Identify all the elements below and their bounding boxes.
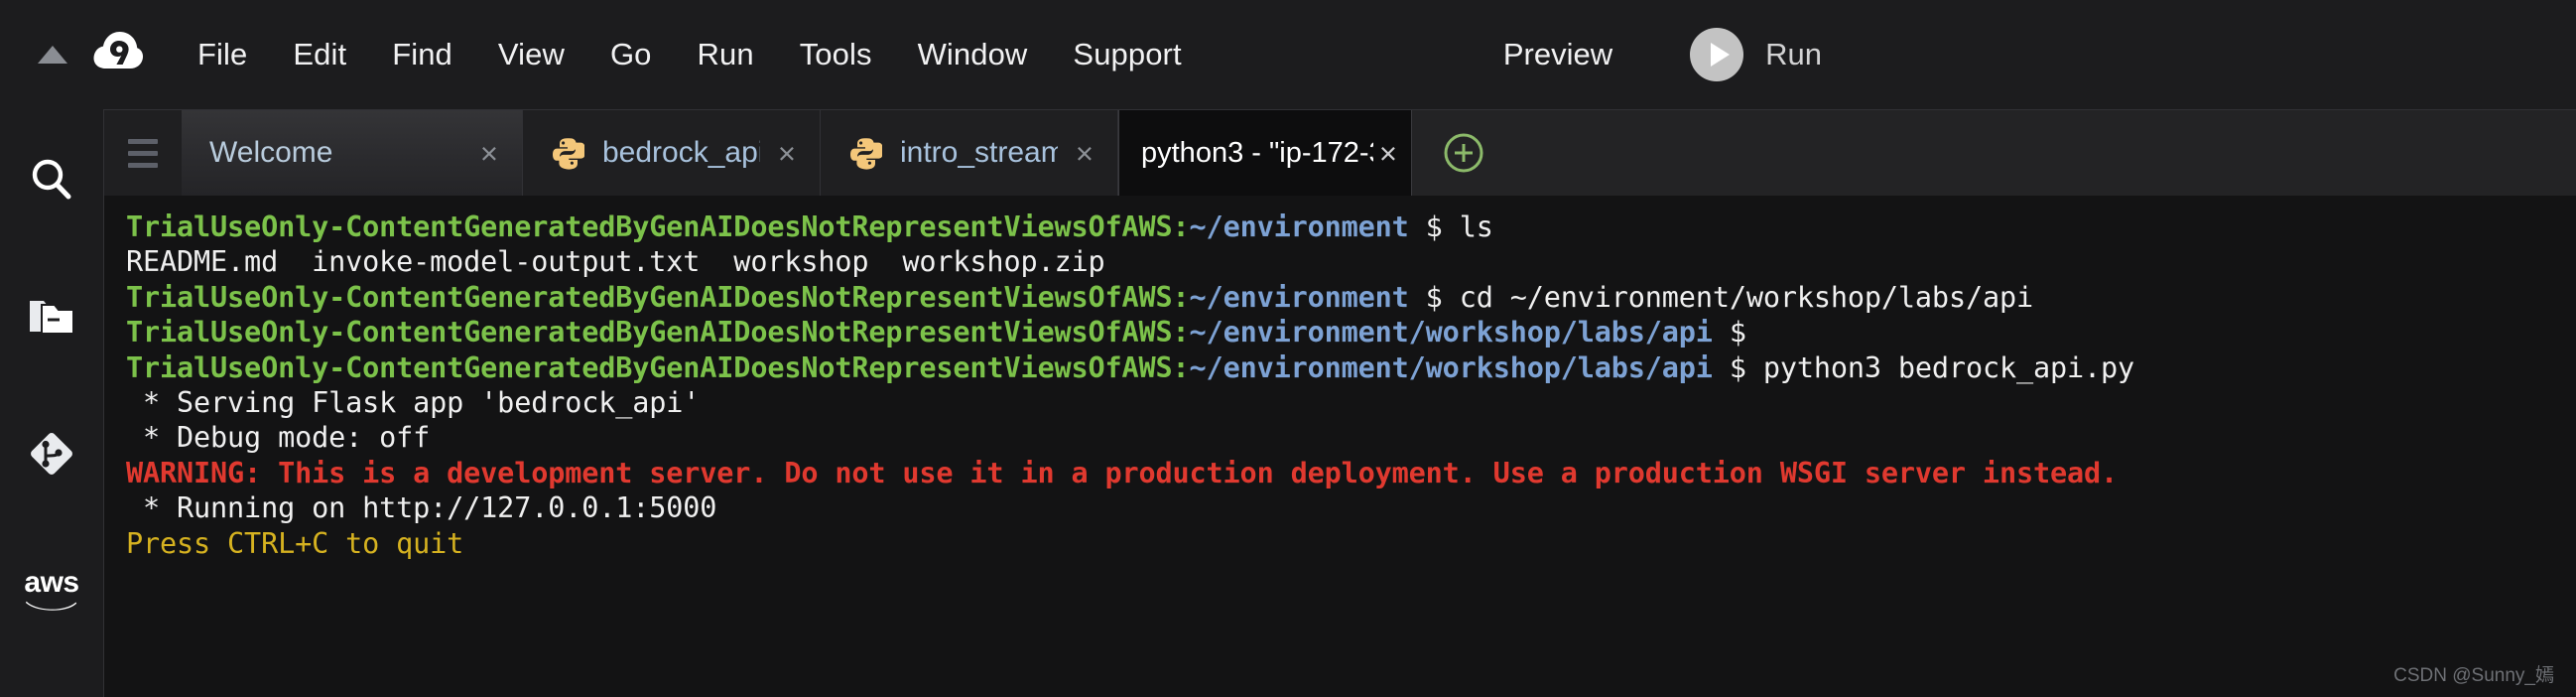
activity-rail: aws — [0, 109, 103, 697]
tab-intro-streaming-py-close-icon[interactable]: × — [1076, 138, 1094, 169]
terminal-command: $ python3 bedrock_api.py — [1712, 350, 2135, 384]
python-file-icon — [551, 136, 584, 170]
menu-item-find[interactable]: Find — [369, 31, 475, 78]
terminal-line: * Debug mode: off — [126, 420, 2576, 455]
terminal-line: Press CTRL+C to quit — [126, 526, 2576, 561]
aws-logo-icon[interactable]: aws — [0, 560, 103, 622]
cloud9-logo-icon[interactable] — [81, 27, 153, 82]
terminal-line: TrialUseOnly-ContentGeneratedByGenAIDoes… — [126, 350, 2576, 385]
watermark: CSDN @Sunny_嫣 — [2393, 665, 2554, 686]
menu-item-tools[interactable]: Tools — [777, 31, 895, 78]
terminal-prompt-user: TrialUseOnly-ContentGeneratedByGenAIDoes… — [126, 280, 1190, 314]
tab-bedrock-api-py-label: bedrock_api.py — [602, 136, 760, 169]
menu-item-go[interactable]: Go — [587, 31, 675, 78]
tab-terminal-python3-close-icon[interactable]: × — [1379, 138, 1397, 169]
terminal-line: TrialUseOnly-ContentGeneratedByGenAIDoes… — [126, 315, 2576, 349]
menu-bar-right: Preview Run — [1478, 28, 2576, 81]
tab-bedrock-api-py[interactable]: bedrock_api.py × — [523, 110, 821, 196]
terminal-prompt-path: ~/environment — [1189, 210, 1409, 243]
tab-terminal-python3[interactable]: python3 - "ip-172-31-0-61 × — [1118, 110, 1412, 196]
menu-item-view[interactable]: View — [475, 31, 587, 78]
menu-item-window[interactable]: Window — [895, 31, 1051, 78]
terminal-prompt-path: ~/environment — [1189, 280, 1409, 314]
menu-bar: File Edit Find View Go Run Tools Window … — [0, 0, 2576, 109]
terminal-line: TrialUseOnly-ContentGeneratedByGenAIDoes… — [126, 209, 2576, 244]
terminal-output-text: * Serving Flask app 'bedrock_api' — [126, 385, 701, 419]
folder-icon[interactable] — [0, 286, 103, 348]
terminal-prompt-user: TrialUseOnly-ContentGeneratedByGenAIDoes… — [126, 210, 1190, 243]
terminal-output-text: Press CTRL+C to quit — [126, 526, 464, 560]
search-icon[interactable] — [0, 149, 103, 210]
terminal-prompt-path: ~/environment/workshop/labs/api — [1189, 350, 1713, 384]
hamburger-menu-icon[interactable] — [104, 110, 182, 196]
tab-intro-streaming-py-label: intro_streaming.py — [900, 136, 1058, 169]
terminal-prompt-path: ~/environment/workshop/labs/api — [1189, 316, 1713, 349]
menu-item-support[interactable]: Support — [1050, 31, 1204, 78]
terminal-line: WARNING: This is a development server. D… — [126, 456, 2576, 490]
new-tab-button[interactable] — [1412, 110, 1515, 196]
terminal-output-text: * Debug mode: off — [126, 421, 431, 455]
tab-bar: Welcome × bedrock_api.py × — [103, 109, 2576, 196]
terminal-output-text: * Running on http://127.0.0.1:5000 — [126, 491, 717, 525]
tab-welcome-label: Welcome — [209, 136, 333, 169]
menu-item-run[interactable]: Run — [675, 31, 777, 78]
plus-circle-icon — [1444, 133, 1483, 173]
terminal-prompt-user: TrialUseOnly-ContentGeneratedByGenAIDoes… — [126, 316, 1190, 349]
terminal-line: README.md invoke-model-output.txt worksh… — [126, 244, 2576, 279]
preview-button[interactable]: Preview — [1478, 31, 1638, 78]
tab-bar-empty-space — [1515, 110, 2576, 196]
run-button-label: Run — [1765, 37, 1822, 71]
terminal-command: $ — [1712, 316, 1763, 349]
editor-area: Welcome × bedrock_api.py × — [103, 109, 2576, 697]
terminal-output-text: README.md invoke-model-output.txt worksh… — [126, 245, 1105, 279]
terminal-prompt-user: TrialUseOnly-ContentGeneratedByGenAIDoes… — [126, 350, 1190, 384]
python-file-icon — [848, 136, 882, 170]
terminal-line: * Running on http://127.0.0.1:5000 — [126, 490, 2576, 525]
tab-terminal-python3-label: python3 - "ip-172-31-0-61 — [1141, 136, 1373, 169]
play-circle-icon — [1690, 28, 1744, 81]
tab-intro-streaming-py[interactable]: intro_streaming.py × — [821, 110, 1118, 196]
menu-items: File Edit Find View Go Run Tools Window … — [175, 31, 1205, 78]
tab-bedrock-api-py-close-icon[interactable]: × — [778, 138, 796, 169]
triangle-up-icon — [38, 46, 67, 64]
cloud9-ide-window: File Edit Find View Go Run Tools Window … — [0, 0, 2576, 697]
terminal-command: $ cd ~/environment/workshop/labs/api — [1408, 280, 2033, 314]
workspace: aws Welcome × bedrock_ap × intro_stream … — [0, 109, 2576, 697]
terminal-output: TrialUseOnly-ContentGeneratedByGenAIDoes… — [126, 209, 2576, 561]
git-branch-icon[interactable] — [0, 423, 103, 485]
tab-welcome[interactable]: Welcome × — [182, 110, 523, 196]
collapse-menu-button[interactable] — [24, 46, 81, 64]
terminal-line: * Serving Flask app 'bedrock_api' — [126, 385, 2576, 420]
run-button[interactable]: Run — [1690, 28, 1822, 81]
menu-item-file[interactable]: File — [175, 31, 270, 78]
menu-item-edit[interactable]: Edit — [270, 31, 369, 78]
tab-welcome-close-icon[interactable]: × — [480, 138, 498, 169]
terminal-output-text: WARNING: This is a development server. D… — [126, 456, 2118, 489]
aws-logo-label: aws — [24, 566, 79, 599]
terminal-line: TrialUseOnly-ContentGeneratedByGenAIDoes… — [126, 280, 2576, 315]
terminal-command: $ ls — [1408, 210, 1493, 243]
terminal-panel[interactable]: TrialUseOnly-ContentGeneratedByGenAIDoes… — [103, 196, 2576, 697]
